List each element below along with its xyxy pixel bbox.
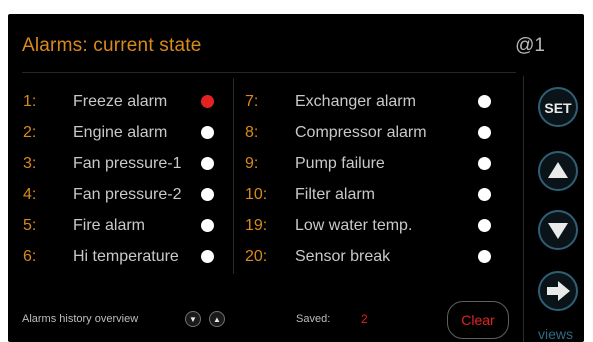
alarm-indicator [201,250,214,263]
arrow-down-icon [548,223,568,239]
page-id: @1 [515,35,545,56]
alarm-row: 3: Fan pressure-1 [23,152,182,176]
views-label: views [538,326,574,342]
scroll-up-button[interactable] [538,151,578,191]
saved-count: 2 [361,312,368,326]
clear-button-label: Clear [461,312,495,328]
history-down-button[interactable]: ▼ [185,311,201,327]
alarm-row: 10: Filter alarm [245,183,375,207]
alarm-label: Pump failure [295,155,385,172]
alarm-row: 20: Sensor break [245,245,390,269]
alarm-label: Freeze alarm [73,93,168,110]
page-title: Alarms: current state [22,35,202,56]
alarm-label: Low water temp. [295,217,413,234]
alarm-indicator [478,219,491,232]
alarm-indicator [201,188,214,201]
alarm-indicator [478,95,491,108]
alarm-row: 2: Engine alarm [23,121,167,145]
alarm-row: 9: Pump failure [245,152,385,176]
alarm-number: 6: [23,248,37,265]
alarm-number: 5: [23,217,37,234]
alarm-row: 4: Fan pressure-2 [23,183,182,207]
alarm-number: 9: [245,155,259,172]
alarm-indicator [478,126,491,139]
alarm-indicator [201,157,214,170]
saved-label: Saved: [296,313,331,325]
alarm-row: 5: Fire alarm [23,214,145,238]
alarm-label: Exchanger alarm [295,93,416,110]
alarm-number: 3: [23,155,37,172]
alarm-indicator [201,126,214,139]
alarm-label: Fire alarm [73,217,146,234]
alarm-row: 6: Hi temperature [23,245,179,269]
chevron-down-icon: ▼ [189,315,197,324]
history-overview-label: Alarms history overview [22,313,139,325]
arrow-up-icon [548,162,568,178]
alarm-label: Compressor alarm [295,124,427,141]
clear-button[interactable]: Clear [447,301,509,339]
alarm-number: 19: [245,217,268,234]
alarm-label: Filter alarm [295,186,376,203]
alarm-number: 7: [245,93,259,110]
alarm-number: 10: [245,186,268,203]
column-divider [233,78,234,274]
set-button[interactable]: SET [538,87,578,127]
alarm-number: 8: [245,124,259,141]
alarm-label: Hi temperature [73,248,179,265]
scroll-down-button[interactable] [538,210,578,250]
alarm-label: Engine alarm [73,124,168,141]
alarm-screen: Alarms: current state @1 1: Freeze alarm… [8,14,584,342]
chevron-up-icon: ▲ [213,315,221,324]
set-button-label: SET [544,100,572,116]
alarm-number: 4: [23,186,37,203]
alarm-row: 7: Exchanger alarm [245,90,416,114]
alarm-number: 20: [245,248,268,265]
alarm-label: Sensor break [295,248,391,265]
views-button[interactable] [538,271,578,311]
alarm-indicator [478,250,491,263]
alarm-indicator [478,157,491,170]
alarm-label: Fan pressure-2 [73,186,182,203]
arrow-right-icon [547,281,570,301]
header-divider [22,72,516,73]
alarm-row: 8: Compressor alarm [245,121,427,145]
alarm-row: 1: Freeze alarm [23,90,167,114]
alarm-row: 19: Low water temp. [245,214,412,238]
alarm-number: 2: [23,124,37,141]
alarm-number: 1: [23,93,37,110]
alarm-indicator [201,219,214,232]
alarm-indicator [478,188,491,201]
alarm-label: Fan pressure-1 [73,155,182,172]
side-panel-divider [523,76,524,342]
alarm-indicator [201,95,214,108]
history-up-button[interactable]: ▲ [209,311,225,327]
